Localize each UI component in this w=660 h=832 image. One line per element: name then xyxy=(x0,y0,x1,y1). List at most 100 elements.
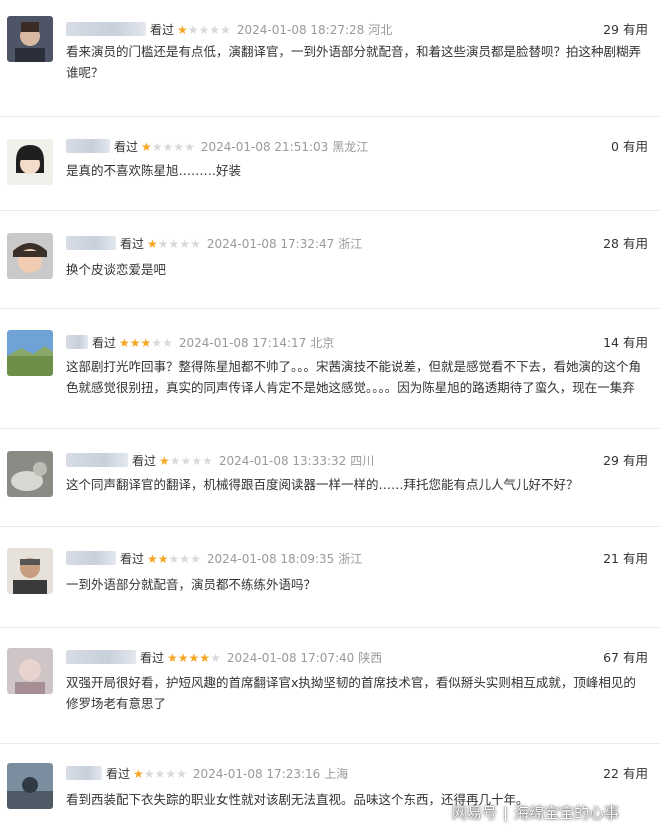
review-location: 陕西 xyxy=(358,651,383,665)
username[interactable] xyxy=(66,139,110,153)
useful-number: 29 xyxy=(603,453,619,468)
useful-count[interactable]: 21 有用 xyxy=(603,550,648,568)
divider xyxy=(0,116,660,117)
seen-label: 看过 xyxy=(132,454,157,468)
rating-stars: ★★★★★ xyxy=(147,552,201,566)
review-time: 2024-01-08 13:33:32 xyxy=(218,454,347,468)
useful-label: 有用 xyxy=(622,766,648,781)
useful-count[interactable]: 0 有用 xyxy=(611,138,648,156)
avatar[interactable] xyxy=(7,648,53,694)
star-empty-icon: ★ xyxy=(184,140,195,154)
review-text: 这个同声翻译官的翻译，机械得跟百度阅读器一样一样的……拜托您能有点儿人气儿好不好… xyxy=(66,477,579,492)
review-meta: 看过 ★★★★★ 2024-01-08 17:07:40 陕西 xyxy=(66,649,382,667)
seen-label: 看过 xyxy=(114,140,139,154)
rating-stars: ★★★★★ xyxy=(119,336,173,350)
useful-label: 有用 xyxy=(622,650,648,665)
review-meta: 看过 ★★★★★ 2024-01-08 18:09:35 浙江 xyxy=(66,550,362,568)
useful-count[interactable]: 29 有用 xyxy=(603,452,648,470)
avatar[interactable] xyxy=(7,139,53,185)
star-empty-icon: ★ xyxy=(190,237,201,251)
star-empty-icon: ★ xyxy=(154,767,166,781)
useful-count[interactable]: 14 有用 xyxy=(603,334,648,352)
avatar[interactable] xyxy=(7,16,53,62)
star-empty-icon: ★ xyxy=(220,23,231,37)
divider xyxy=(0,526,660,527)
star-filled-icon: ★ xyxy=(141,140,152,154)
star-empty-icon: ★ xyxy=(168,552,180,566)
rating-stars: ★★★★★ xyxy=(177,23,231,37)
star-filled-icon: ★ xyxy=(157,552,169,566)
divider xyxy=(0,743,660,744)
avatar[interactable] xyxy=(7,548,53,594)
star-filled-icon: ★ xyxy=(133,767,144,781)
star-empty-icon: ★ xyxy=(179,552,191,566)
avatar[interactable] xyxy=(7,763,53,809)
avatar[interactable] xyxy=(7,451,53,497)
watermark-separator: | xyxy=(503,804,509,822)
star-empty-icon: ★ xyxy=(151,336,163,350)
star-filled-icon: ★ xyxy=(147,237,158,251)
avatar[interactable] xyxy=(7,233,53,279)
seen-label: 看过 xyxy=(106,767,131,781)
star-empty-icon: ★ xyxy=(198,23,210,37)
username[interactable] xyxy=(66,766,102,780)
review-meta: 看过 ★★★★★ 2024-01-08 17:23:16 上海 xyxy=(66,765,348,783)
star-filled-icon: ★ xyxy=(188,651,200,665)
username[interactable] xyxy=(66,335,88,349)
useful-count[interactable]: 28 有用 xyxy=(603,235,648,253)
review-text: 双强开局很好看，护短风趣的首席翻译官x执拗坚韧的首席技术官，看似掰头实则相互成就… xyxy=(66,675,636,711)
avatar[interactable] xyxy=(7,330,53,376)
seen-label: 看过 xyxy=(120,552,145,566)
username[interactable] xyxy=(66,551,116,565)
rating-stars: ★★★★★ xyxy=(147,237,201,251)
review-time: 2024-01-08 17:32:47 xyxy=(206,237,335,251)
useful-label: 有用 xyxy=(622,139,648,154)
review-location: 浙江 xyxy=(338,237,363,251)
star-filled-icon: ★ xyxy=(147,552,158,566)
star-empty-icon: ★ xyxy=(180,454,192,468)
username[interactable] xyxy=(66,22,146,36)
review-meta: 看过 ★★★★★ 2024-01-08 21:51:03 黑龙江 xyxy=(66,138,368,156)
star-empty-icon: ★ xyxy=(173,140,185,154)
useful-count[interactable]: 22 有用 xyxy=(603,765,648,783)
star-empty-icon: ★ xyxy=(143,767,155,781)
rating-stars: ★★★★★ xyxy=(141,140,195,154)
star-empty-icon: ★ xyxy=(165,767,177,781)
useful-number: 28 xyxy=(603,236,619,251)
useful-number: 21 xyxy=(603,551,619,566)
review-meta: 看过 ★★★★★ 2024-01-08 17:32:47 浙江 xyxy=(66,235,362,253)
username[interactable] xyxy=(66,236,116,250)
star-empty-icon: ★ xyxy=(168,237,180,251)
star-empty-icon: ★ xyxy=(162,140,174,154)
seen-label: 看过 xyxy=(150,23,175,37)
review-text: 这部剧打光咋回事？整得陈星旭都不帅了。。。宋茜演技不能说差，但就是感觉看不下去，… xyxy=(66,359,642,395)
review-time: 2024-01-08 18:27:28 xyxy=(236,23,365,37)
useful-number: 67 xyxy=(603,650,619,665)
review-location: 四川 xyxy=(350,454,375,468)
review-time: 2024-01-08 17:14:17 xyxy=(178,336,307,350)
review-location: 黑龙江 xyxy=(332,140,369,154)
useful-count[interactable]: 67 有用 xyxy=(603,649,648,667)
username[interactable] xyxy=(66,650,136,664)
review-time: 2024-01-08 17:07:40 xyxy=(226,651,355,665)
divider xyxy=(0,428,660,429)
star-empty-icon: ★ xyxy=(191,454,203,468)
star-empty-icon: ★ xyxy=(162,336,173,350)
review-location: 浙江 xyxy=(338,552,363,566)
useful-number: 14 xyxy=(603,335,619,350)
seen-label: 看过 xyxy=(120,237,145,251)
useful-number: 0 xyxy=(611,139,619,154)
star-filled-icon: ★ xyxy=(177,651,189,665)
star-empty-icon: ★ xyxy=(187,23,199,37)
useful-number: 22 xyxy=(603,766,619,781)
star-filled-icon: ★ xyxy=(129,336,141,350)
useful-count[interactable]: 29 有用 xyxy=(603,21,648,39)
seen-label: 看过 xyxy=(92,336,117,350)
username[interactable] xyxy=(66,453,128,467)
star-empty-icon: ★ xyxy=(169,454,181,468)
useful-label: 有用 xyxy=(622,335,648,350)
useful-number: 29 xyxy=(603,22,619,37)
divider xyxy=(0,210,660,211)
star-empty-icon: ★ xyxy=(190,552,201,566)
review-time: 2024-01-08 21:51:03 xyxy=(200,140,329,154)
